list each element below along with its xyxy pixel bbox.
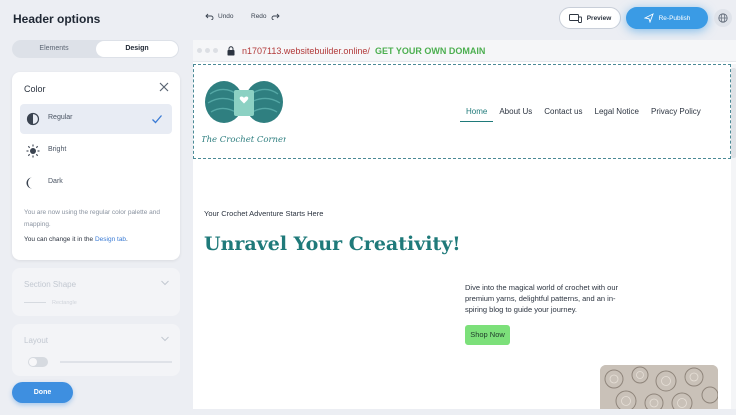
layout-card[interactable]: Layout <box>12 324 180 376</box>
logo-text: The Crochet Corner <box>202 135 286 145</box>
layout-slider[interactable] <box>60 361 172 363</box>
nav-item-about[interactable]: About Us <box>493 107 538 116</box>
checkmark-icon <box>152 115 162 124</box>
nav-item-contact[interactable]: Contact us <box>538 107 588 116</box>
color-option-bright[interactable]: Bright <box>20 136 172 166</box>
preview-label: Preview <box>586 14 612 22</box>
color-option-regular[interactable]: Regular <box>20 104 172 134</box>
redo-label: Redo <box>251 13 267 20</box>
hero-tagline: Your Crochet Adventure Starts Here <box>204 209 324 218</box>
address-bar: n1707113.websitebuilder.online/ GET YOUR… <box>193 40 736 62</box>
panel-title: Header options <box>13 12 101 26</box>
preview-button[interactable]: Preview <box>559 7 621 29</box>
color-card: Color Regular Bright Dark You are now us… <box>12 72 180 260</box>
color-card-title: Color <box>24 84 46 94</box>
redo-button[interactable]: Redo <box>251 13 280 20</box>
window-dots <box>197 48 218 53</box>
nav-item-legal[interactable]: Legal Notice <box>589 107 645 116</box>
site-nav: Home About Us Contact us Legal Notice Pr… <box>460 107 707 122</box>
undo-label: Undo <box>218 13 234 20</box>
crochet-logo[interactable]: The Crochet Corner <box>202 70 286 152</box>
site-url: n1707113.websitebuilder.online/ <box>242 46 370 56</box>
chevron-down-icon <box>161 280 169 286</box>
tab-design[interactable]: Design <box>96 41 178 57</box>
get-domain-link[interactable]: GET YOUR OWN DOMAIN <box>375 46 485 56</box>
color-info-text: You are now using the regular color pale… <box>24 209 160 228</box>
chevron-down-icon <box>161 336 169 342</box>
half-circle-icon <box>26 112 40 126</box>
nav-item-privacy[interactable]: Privacy Policy <box>645 107 707 116</box>
site-header-section[interactable]: The Crochet Corner Home About Us Contact… <box>193 64 731 159</box>
republish-label: Re-Publish <box>658 14 691 22</box>
color-option-label: Regular <box>48 114 73 121</box>
section-shape-card[interactable]: Section Shape Rectangle <box>12 268 180 316</box>
section-shape-value: Rectangle <box>52 300 77 306</box>
redo-icon <box>271 13 280 20</box>
close-icon[interactable] <box>158 81 170 93</box>
color-option-dark[interactable]: Dark <box>20 168 172 198</box>
panel-tab-switcher: Elements Design <box>12 40 179 58</box>
hero-description: Dive into the magical world of crochet w… <box>465 283 618 314</box>
republish-button[interactable]: Re-Publish <box>626 7 708 29</box>
globe-icon <box>718 13 728 23</box>
shop-now-button[interactable]: Shop Now <box>465 325 510 345</box>
color-option-label: Dark <box>48 178 63 185</box>
sun-icon <box>26 144 40 158</box>
nav-item-home[interactable]: Home <box>460 107 494 122</box>
color-change-text: You can change it in the Design tab. <box>24 236 128 243</box>
devices-icon <box>568 13 582 23</box>
color-change-suffix: . <box>126 236 128 243</box>
design-tab-link[interactable]: Design tab <box>95 236 126 243</box>
done-button[interactable]: Done <box>12 382 73 403</box>
color-option-label: Bright <box>48 146 67 153</box>
preview-scrollbar-thumb[interactable] <box>731 68 736 158</box>
crochet-photo <box>600 365 718 415</box>
undo-button[interactable]: Undo <box>205 13 234 20</box>
preview-frame-bottom <box>193 409 736 415</box>
color-change-prefix: You can change it in the <box>24 236 95 243</box>
shape-preview-line <box>24 302 46 303</box>
undo-icon <box>205 13 214 20</box>
send-icon <box>643 13 654 23</box>
globe-button[interactable] <box>714 9 732 27</box>
layout-title: Layout <box>24 336 49 345</box>
layout-toggle[interactable] <box>28 357 48 367</box>
tab-elements[interactable]: Elements <box>13 41 95 57</box>
hero-headline: Unravel Your Creativity! <box>204 233 461 255</box>
lock-icon <box>227 46 235 56</box>
lace-pattern-image <box>600 365 718 415</box>
site-preview: n1707113.websitebuilder.online/ GET YOUR… <box>193 40 736 415</box>
section-shape-title: Section Shape <box>24 280 77 289</box>
moon-icon <box>26 177 32 189</box>
